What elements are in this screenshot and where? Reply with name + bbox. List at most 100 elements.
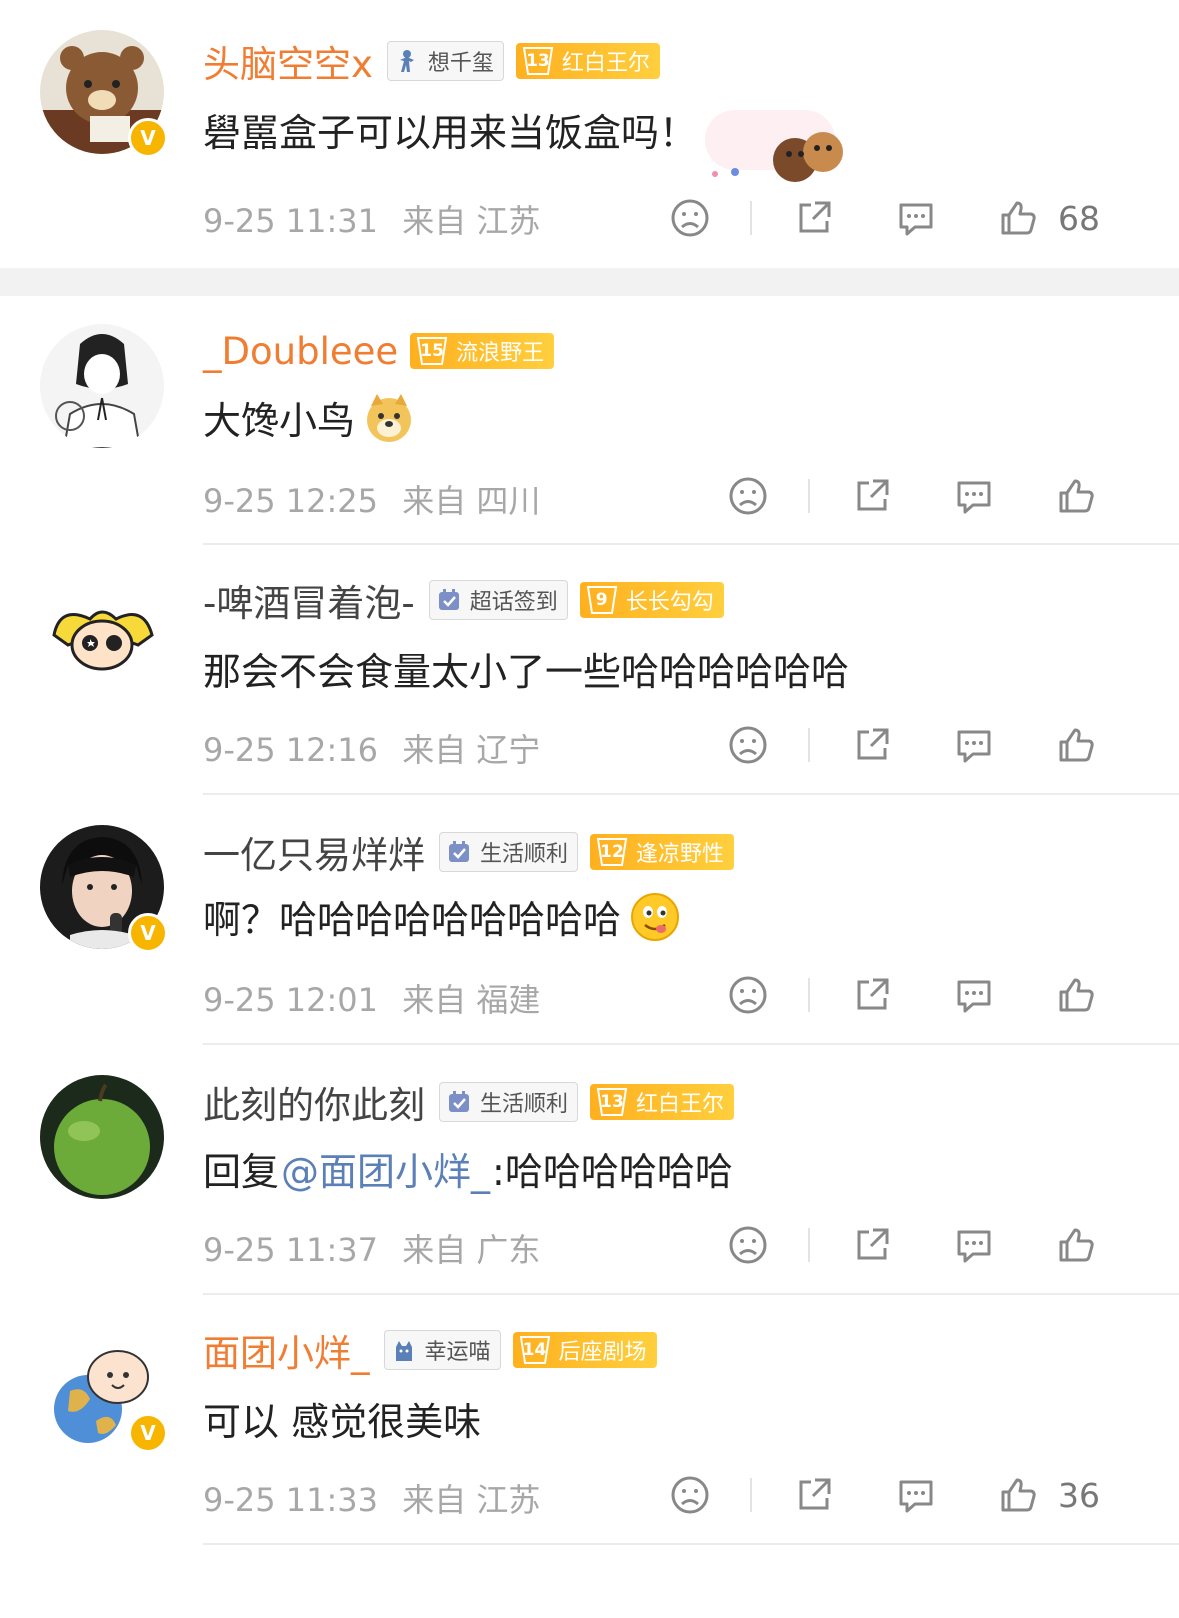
fan-level-badge[interactable]: 13 红白王尔 — [515, 43, 660, 79]
frown-icon — [729, 1226, 767, 1264]
comment-meta: 9-25 12:25 来自 四川 — [203, 476, 540, 522]
comment-text: 大馋小鸟 — [203, 390, 415, 445]
share-icon — [857, 728, 889, 760]
comment-button[interactable] — [952, 1223, 996, 1267]
action-bar — [726, 973, 1098, 1017]
comment-meta: 9-25 12:01 来自 福建 — [203, 975, 540, 1021]
fan-tag[interactable]: 超话签到 — [428, 580, 568, 620]
dislike-button[interactable] — [726, 1223, 770, 1267]
like-button[interactable] — [1054, 474, 1098, 518]
frown-icon — [729, 976, 767, 1014]
comment-header: 一亿只易烊烊 生活顺利 12 逢凉野性 — [203, 825, 735, 879]
action-bar: 68 — [668, 196, 1100, 240]
row-divider — [203, 1043, 1179, 1045]
level-number: 9 — [595, 590, 608, 610]
dislike-button[interactable] — [726, 973, 770, 1017]
comment-meta: 9-25 12:16 来自 辽宁 — [203, 725, 540, 771]
action-bar: 36 — [668, 1473, 1100, 1517]
fan-level-badge[interactable]: 14 后座剧场 — [512, 1332, 657, 1368]
comment-icon — [899, 203, 933, 236]
share-icon — [799, 201, 831, 233]
share-button[interactable] — [792, 1473, 836, 1517]
dislike-button[interactable] — [668, 196, 712, 240]
like-button[interactable] — [996, 196, 1040, 240]
level-number: 15 — [420, 341, 444, 361]
comment-text: 礐嚚盒子可以用来当饭盒吗！ — [203, 102, 697, 157]
like-count: 36 — [1058, 1475, 1100, 1515]
location: 四川 — [476, 482, 541, 520]
comment-header: 头脑空空x 想千玺 13 红白王尔 — [203, 36, 660, 86]
level-label: 逢凉野性 — [636, 842, 725, 867]
mention-link[interactable]: @面团小烊_ — [281, 1141, 490, 1196]
fan-tag[interactable]: 想千玺 — [386, 41, 504, 81]
share-icon — [857, 978, 889, 1010]
like-button[interactable] — [1054, 1223, 1098, 1267]
share-button[interactable] — [850, 1223, 894, 1267]
username[interactable]: 面团小烊_ — [203, 1323, 370, 1377]
cat-icon — [395, 1341, 412, 1361]
action-bar — [726, 723, 1098, 767]
comment-button[interactable] — [952, 474, 996, 518]
fan-level-badge[interactable]: 12 逢凉野性 — [590, 834, 735, 870]
frown-icon — [671, 1476, 709, 1514]
dislike-button[interactable] — [726, 474, 770, 518]
divider — [750, 1478, 752, 1512]
comment-button[interactable] — [952, 973, 996, 1017]
from-label: 来自 — [402, 482, 467, 520]
username[interactable]: -啤酒冒着泡- — [203, 573, 415, 627]
comment-header: _Doubleee 15 流浪野王 — [203, 326, 555, 376]
comment-content: 大馋小鸟 — [203, 399, 356, 443]
comment-meta: 9-25 11:33 来自 江苏 — [203, 1475, 540, 1521]
comment-button[interactable] — [894, 196, 938, 240]
like-button[interactable] — [996, 1473, 1040, 1517]
divider — [808, 728, 810, 762]
share-icon — [857, 1228, 889, 1260]
comment-button[interactable] — [952, 723, 996, 767]
doge-emoji-icon — [363, 392, 415, 444]
comment-text: 啊？哈哈哈哈哈哈哈哈哈 — [203, 889, 681, 944]
fan-tag[interactable]: 生活顺利 — [439, 1082, 579, 1122]
fan-tag-label: 生活顺利 — [480, 1092, 569, 1117]
comment-icon — [957, 1230, 991, 1263]
divider — [808, 479, 810, 513]
comment-content: 啊？哈哈哈哈哈哈哈哈哈 — [203, 898, 622, 942]
level-shield-icon: 13 — [520, 46, 556, 76]
divider — [808, 1228, 810, 1262]
comment-header: 此刻的你此刻 生活顺利 13 红白王尔 — [203, 1075, 735, 1129]
frown-icon — [729, 726, 767, 764]
avatar[interactable] — [40, 1075, 164, 1199]
fan-level-badge[interactable]: 15 流浪野王 — [410, 333, 555, 369]
fan-level-badge[interactable]: 13 红白王尔 — [590, 1084, 735, 1120]
verified-badge-icon: V — [128, 118, 168, 158]
calendar-check-icon — [438, 589, 459, 610]
username[interactable]: _Doubleee — [203, 330, 398, 373]
like-button[interactable] — [1054, 723, 1098, 767]
username[interactable]: 此刻的你此刻 — [203, 1075, 425, 1129]
like-button[interactable] — [1054, 973, 1098, 1017]
comment-button[interactable] — [894, 1473, 938, 1517]
fan-tag[interactable]: 生活顺利 — [439, 832, 579, 872]
level-number: 13 — [600, 1092, 624, 1112]
fan-level-badge[interactable]: 9 长长勾勾 — [579, 582, 724, 618]
level-label: 红白王尔 — [561, 51, 650, 76]
share-button[interactable] — [792, 196, 836, 240]
dislike-button[interactable] — [668, 1473, 712, 1517]
share-button[interactable] — [850, 474, 894, 518]
person-figure-icon — [399, 50, 414, 72]
avatar-cartoon-girl-image — [40, 575, 164, 699]
section-divider — [0, 268, 1179, 296]
avatar[interactable] — [40, 324, 164, 448]
calendar-check-icon — [449, 841, 469, 862]
location: 广东 — [476, 1231, 541, 1269]
fan-tag[interactable]: 幸运喵 — [383, 1330, 501, 1370]
username[interactable]: 一亿只易烊烊 — [203, 825, 425, 879]
username[interactable]: 头脑空空x — [203, 34, 373, 88]
comment-icon — [957, 980, 991, 1013]
level-number: 12 — [600, 842, 624, 862]
dislike-button[interactable] — [726, 723, 770, 767]
row-divider — [203, 793, 1179, 795]
avatar[interactable] — [40, 575, 164, 699]
share-button[interactable] — [850, 973, 894, 1017]
frown-icon — [671, 199, 709, 237]
share-button[interactable] — [850, 723, 894, 767]
